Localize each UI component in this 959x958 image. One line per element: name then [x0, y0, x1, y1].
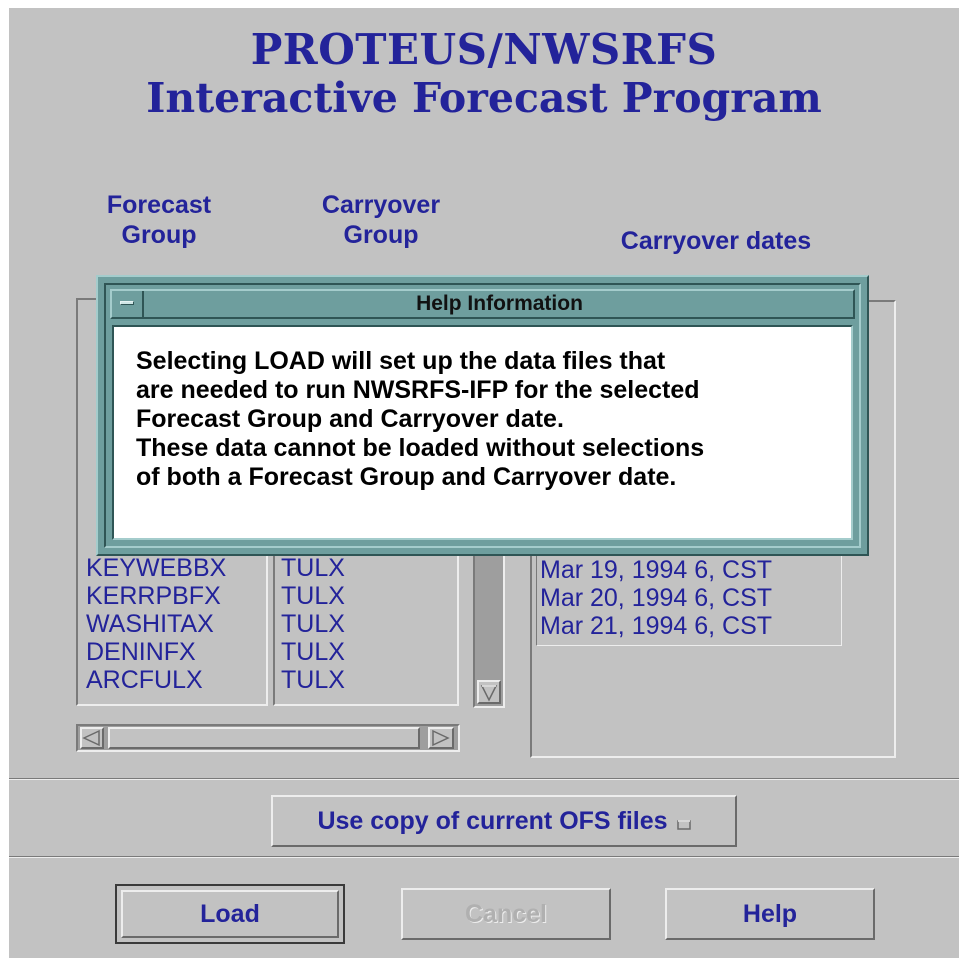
ofs-files-option-label: Use copy of current OFS files [317, 807, 668, 835]
scroll-right-button[interactable] [428, 727, 454, 749]
window-menu-button[interactable] [112, 291, 144, 317]
help-text: Selecting LOAD will set up the data file… [136, 347, 704, 492]
separator-top [9, 778, 959, 780]
carryover-group-item[interactable]: TULX [281, 582, 453, 610]
help-button[interactable]: Help [665, 888, 875, 940]
app-title-line1: PROTEUS/NWSRFS [250, 25, 718, 74]
help-dialog-titlebar[interactable]: Help Information [110, 289, 855, 319]
triangle-left-icon [82, 729, 100, 747]
scroll-thumb[interactable] [108, 727, 420, 749]
carryover-group-header: Carryover Group [321, 191, 441, 249]
triangle-down-icon [480, 685, 498, 702]
forecast-group-item[interactable]: ARCFULX [86, 666, 262, 694]
help-text-line: Selecting LOAD will set up the data file… [136, 347, 666, 375]
carryover-group-item[interactable]: TULX [281, 666, 453, 694]
load-button[interactable]: Load [121, 890, 339, 938]
help-dialog-title: Help Information [416, 292, 583, 315]
option-menu-icon [676, 820, 691, 830]
app-title-line2: Interactive Forecast Program [146, 74, 822, 122]
help-text-line: These data cannot be loaded without sele… [136, 434, 705, 462]
forecast-group-header: Forecast Group [106, 191, 212, 249]
help-dialog-body: Selecting LOAD will set up the data file… [112, 325, 853, 540]
ofs-files-option-button[interactable]: Use copy of current OFS files [271, 795, 737, 847]
carryover-group-items: TULX TULX TULX TULX TULX [281, 554, 453, 704]
carryover-group-item[interactable]: TULX [281, 638, 453, 666]
carryover-dates-header: Carryover dates [620, 227, 812, 255]
help-text-line: of both a Forecast Group and Carryover d… [136, 463, 677, 491]
scroll-left-button[interactable] [80, 727, 104, 749]
cancel-button-label: Cancel [465, 900, 547, 928]
forecast-group-item[interactable]: KEYWEBBX [86, 554, 262, 582]
scroll-down-button[interactable] [477, 680, 501, 704]
window-menu-icon [120, 301, 134, 305]
help-text-line: are needed to run NWSRFS-IFP for the sel… [136, 376, 700, 404]
list-horizontal-scrollbar[interactable] [76, 724, 460, 752]
triangle-right-icon [432, 729, 450, 747]
forecast-group-item[interactable]: WASHITAX [86, 610, 262, 638]
help-button-label: Help [742, 900, 798, 928]
separator-bottom [9, 856, 959, 858]
cancel-button[interactable]: Cancel [401, 888, 611, 940]
app-title: PROTEUS/NWSRFS Interactive Forecast Prog… [9, 25, 959, 123]
forecast-group-item[interactable]: KERRPBFX [86, 582, 262, 610]
carryover-group-item[interactable]: TULX [281, 554, 453, 582]
carryover-dates-highlight [536, 548, 842, 646]
load-button-label: Load [200, 900, 260, 928]
forecast-group-items: KEYWEBBX KERRPBFX WASHITAX DENINFX ARCFULX [86, 554, 262, 704]
forecast-group-item[interactable]: DENINFX [86, 638, 262, 666]
help-text-line: Forecast Group and Carryover date. [136, 405, 564, 433]
help-dialog[interactable]: Help Information Selecting LOAD will set… [96, 275, 869, 556]
carryover-group-item[interactable]: TULX [281, 610, 453, 638]
